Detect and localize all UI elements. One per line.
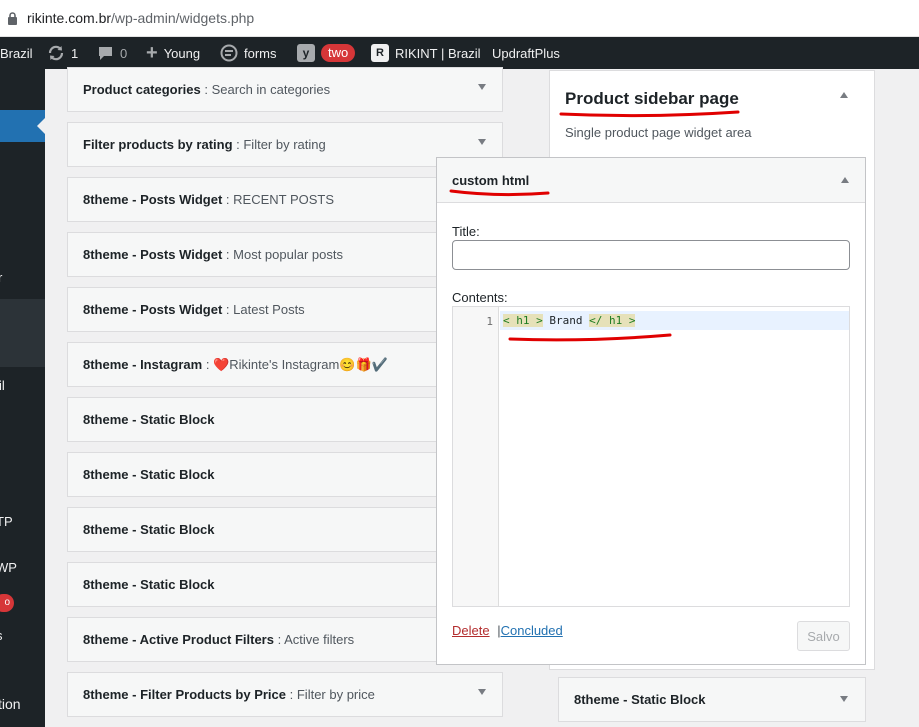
custom-html-widget: custom html Title: Contents: 1 < h1 > Br… [436, 157, 866, 665]
sidebar-submenu [0, 299, 45, 367]
code-open-tag: < h1 > [503, 314, 543, 327]
widget-title: 8theme - Static Block [574, 692, 706, 707]
annotation-underline [508, 333, 672, 342]
site-name-link[interactable]: Brazil [0, 37, 33, 69]
contents-label: Contents: [452, 290, 508, 305]
lock-icon [8, 12, 17, 25]
widget-title: 8theme - Filter Products by Price : Filt… [83, 687, 375, 702]
widget-title: 8theme - Static Block [83, 522, 215, 537]
plus-icon: + [146, 42, 158, 64]
url-path: /wp-admin/widgets.php [111, 10, 255, 26]
comment-icon [99, 46, 112, 60]
save-button[interactable]: Salvo [797, 621, 850, 651]
caret-down-icon[interactable] [478, 84, 486, 90]
comments-link[interactable]: 0 [97, 37, 127, 69]
forms-icon [220, 44, 238, 62]
url-domain: rikinte.com.br [27, 10, 112, 26]
widget-item[interactable]: 8theme - Static Block [558, 677, 866, 722]
url-text[interactable]: rikinte.com.br/wp-admin/widgets.php [27, 10, 254, 26]
updraftplus-link[interactable]: UpdraftPlus [492, 37, 560, 69]
code-line[interactable]: < h1 > Brand </ h1 > [503, 314, 636, 327]
yoast-notification-badge: two [321, 44, 356, 62]
site-logo-icon: R [371, 44, 389, 62]
widget-title: 8theme - Posts Widget : Latest Posts [83, 302, 305, 317]
widget-title: 8theme - Posts Widget : Most popular pos… [83, 247, 343, 262]
code-text: Brand [542, 314, 590, 327]
widget-item[interactable]: Product categories : Search in categorie… [67, 67, 503, 112]
updates-link[interactable]: 1 [47, 37, 78, 69]
widget-title: Product categories : Search in categorie… [83, 82, 331, 97]
done-link[interactable]: Concluded [501, 623, 563, 638]
refresh-icon [48, 45, 64, 61]
yoast-icon: y [297, 44, 315, 62]
caret-down-icon[interactable] [478, 139, 486, 145]
caret-down-icon[interactable] [478, 689, 486, 695]
sidebar-item-label[interactable]: s [0, 628, 3, 643]
sidebar-item-label[interactable]: il [0, 378, 5, 393]
caret-up-icon[interactable] [840, 92, 848, 98]
widget-title: 8theme - Posts Widget : RECENT POSTS [83, 192, 335, 207]
updates-count: 1 [71, 45, 79, 61]
widget-title: 8theme - Static Block [83, 577, 215, 592]
code-close-tag: </ h1 > [589, 314, 636, 327]
sidebar-item-label[interactable]: TP [0, 514, 13, 529]
active-menu-arrow [37, 118, 45, 134]
line-number: 1 [486, 315, 493, 328]
browser-address-bar[interactable]: rikinte.com.br/wp-admin/widgets.php [0, 0, 919, 37]
widget-actions: Delete |Concluded [452, 623, 563, 638]
widget-item[interactable]: 8theme - Filter Products by Price : Filt… [67, 672, 503, 717]
admin-sidebar: r il TP WP o s tion [0, 69, 45, 727]
sidebar-item-label[interactable]: tion [0, 696, 21, 712]
caret-down-icon[interactable] [840, 696, 848, 702]
widget-title: Filter products by rating : Filter by ra… [83, 137, 326, 152]
widget-title: 8theme - Active Product Filters : Active… [83, 632, 355, 647]
sidebar-notification-badge: o [0, 594, 14, 612]
widget-area-title[interactable]: Product sidebar page [565, 89, 739, 109]
comments-count: 0 [120, 45, 128, 61]
new-content-link[interactable]: + Young [146, 37, 200, 69]
delete-link[interactable]: Delete [452, 623, 490, 638]
annotation-underline [449, 189, 550, 197]
caret-up-icon[interactable] [841, 177, 849, 183]
code-editor[interactable]: 1 < h1 > Brand </ h1 > [452, 306, 850, 607]
widget-title: 8theme - Instagram : ❤️Rikinte's Instagr… [83, 357, 388, 372]
title-input[interactable] [452, 240, 850, 270]
widget-title: 8theme - Static Block [83, 412, 215, 427]
annotation-underline [559, 110, 740, 118]
line-number-gutter: 1 [453, 307, 499, 606]
title-label: Title: [452, 224, 480, 239]
admin-bar: Brazil 1 0 + Young forms y two R RIKINT … [0, 37, 919, 69]
sidebar-item-label[interactable]: r [0, 270, 2, 285]
forms-link[interactable]: forms [220, 37, 277, 69]
sidebar-item-label[interactable]: WP [0, 560, 17, 575]
site-switch-link[interactable]: R RIKINT | Brazil [371, 37, 480, 69]
yoast-seo-link[interactable]: y two [297, 37, 356, 69]
widget-area-description: Single product page widget area [565, 125, 752, 140]
widget-title: 8theme - Static Block [83, 467, 215, 482]
